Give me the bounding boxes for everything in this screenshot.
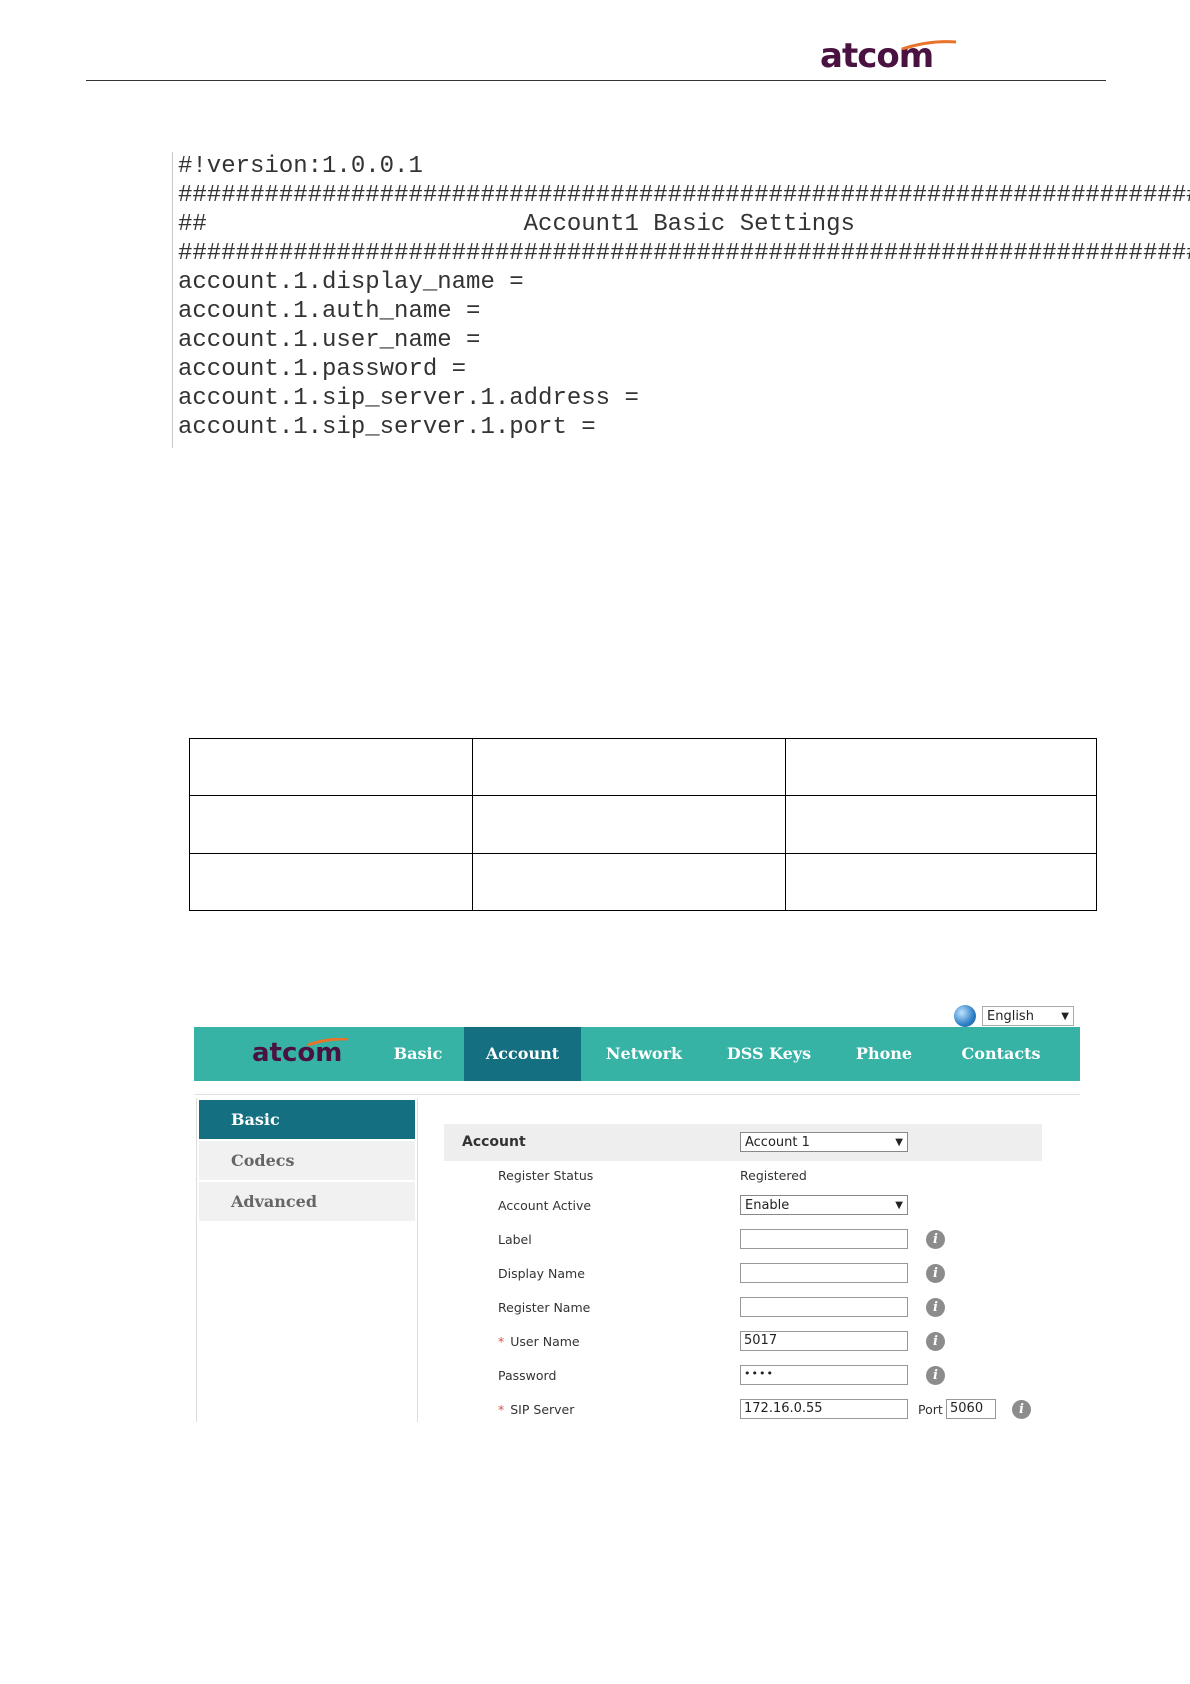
- account-active-label: Account Active: [498, 1198, 592, 1213]
- code-line: account.1.sip_server.1.port =: [178, 414, 596, 441]
- content-divider: [194, 1094, 1080, 1095]
- table-cell: [189, 852, 473, 912]
- info-icon[interactable]: i: [926, 1332, 945, 1351]
- info-icon[interactable]: i: [1012, 1400, 1031, 1419]
- user-name-label: * User Name: [498, 1334, 580, 1349]
- code-line: account.1.sip_server.1.address =: [178, 385, 639, 412]
- code-line: account.1.password =: [178, 356, 467, 383]
- port-input[interactable]: 5060: [946, 1399, 996, 1419]
- nav-tab-account[interactable]: Account: [464, 1027, 581, 1081]
- table-cell: [189, 795, 473, 854]
- sidebar: Basic Codecs Advanced: [196, 1098, 418, 1422]
- register-name-input[interactable]: [740, 1297, 908, 1317]
- table-cell: [785, 795, 1097, 854]
- account-active-select[interactable]: Enable ▼: [740, 1195, 908, 1215]
- globe-icon: [954, 1005, 976, 1027]
- display-name-label: Display Name: [498, 1266, 585, 1281]
- language-selector[interactable]: English ▼: [954, 1004, 1074, 1028]
- code-line: ## Account1 Basic Settings ##: [178, 211, 1190, 238]
- sidebar-item-advanced[interactable]: Advanced: [199, 1182, 415, 1221]
- password-label: Password: [498, 1368, 557, 1383]
- sip-server-label-text: SIP Server: [510, 1402, 575, 1417]
- blank-table: [189, 737, 1097, 912]
- phone-web-ui: English ▼ atcom Basic Account Network DS…: [194, 1000, 1080, 1422]
- config-code-block: #!version:1.0.0.1 ######################…: [172, 152, 1190, 448]
- nav-tab-network[interactable]: Network: [581, 1027, 707, 1081]
- code-line: #!version:1.0.0.1: [178, 153, 423, 180]
- nav-tab-phone[interactable]: Phone: [831, 1027, 937, 1081]
- table-cell: [785, 737, 1097, 797]
- nav-logo: atcom: [252, 1038, 349, 1068]
- info-icon[interactable]: i: [926, 1298, 945, 1317]
- nav-tab-basic[interactable]: Basic: [372, 1027, 464, 1081]
- port-label: Port: [918, 1402, 943, 1417]
- language-select[interactable]: English ▼: [982, 1006, 1074, 1026]
- code-line: account.1.display_name =: [178, 269, 524, 296]
- register-name-label: Register Name: [498, 1300, 591, 1315]
- table-cell: [472, 795, 786, 854]
- code-line: ########################################…: [178, 182, 1190, 209]
- sidebar-item-basic[interactable]: Basic: [199, 1100, 415, 1139]
- language-value: English: [987, 1008, 1034, 1024]
- code-line: account.1.auth_name =: [178, 298, 481, 325]
- dropdown-arrow-icon: ▼: [895, 1136, 903, 1148]
- account-select[interactable]: Account 1 ▼: [740, 1132, 908, 1152]
- nav-tab-dss-keys[interactable]: DSS Keys: [707, 1027, 831, 1081]
- sip-server-label: * SIP Server: [498, 1402, 574, 1417]
- required-mark: *: [498, 1402, 505, 1417]
- code-line: account.1.user_name =: [178, 327, 481, 354]
- table-cell: [189, 737, 473, 797]
- table-row: [189, 795, 1097, 854]
- dropdown-arrow-icon: ▼: [1061, 1010, 1069, 1022]
- table-row: [189, 737, 1097, 797]
- nav-tab-contacts[interactable]: Contacts: [937, 1027, 1065, 1081]
- account-select-value: Account 1: [745, 1134, 810, 1150]
- sip-server-input[interactable]: 172.16.0.55: [740, 1399, 908, 1419]
- table-row: [189, 852, 1097, 912]
- table-cell: [472, 852, 786, 912]
- account-active-value: Enable: [745, 1197, 790, 1213]
- label-input[interactable]: [740, 1229, 908, 1249]
- dropdown-arrow-icon: ▼: [895, 1199, 903, 1211]
- table-cell: [472, 737, 786, 797]
- password-input[interactable]: ••••: [740, 1365, 908, 1385]
- account-header-label: Account: [462, 1134, 526, 1150]
- sidebar-item-codecs[interactable]: Codecs: [199, 1141, 415, 1180]
- user-name-input[interactable]: 5017: [740, 1331, 908, 1351]
- display-name-input[interactable]: [740, 1263, 908, 1283]
- account-header-row: Account Account 1 ▼: [444, 1124, 1042, 1161]
- atcom-logo: atcom: [820, 36, 957, 80]
- register-status-label: Register Status: [498, 1168, 594, 1183]
- required-mark: *: [498, 1334, 505, 1349]
- info-icon[interactable]: i: [926, 1230, 945, 1249]
- logo-swoosh-icon: [307, 1038, 349, 1046]
- info-icon[interactable]: i: [926, 1264, 945, 1283]
- table-cell: [785, 852, 1097, 912]
- user-name-label-text: User Name: [510, 1334, 580, 1349]
- top-nav: atcom Basic Account Network DSS Keys Pho…: [194, 1027, 1080, 1081]
- label-field-label: Label: [498, 1232, 532, 1247]
- register-status-value: Registered: [740, 1168, 807, 1183]
- header-divider: [86, 80, 1106, 81]
- code-line: ########################################…: [178, 240, 1190, 267]
- logo-swoosh-icon: [901, 40, 957, 50]
- info-icon[interactable]: i: [926, 1366, 945, 1385]
